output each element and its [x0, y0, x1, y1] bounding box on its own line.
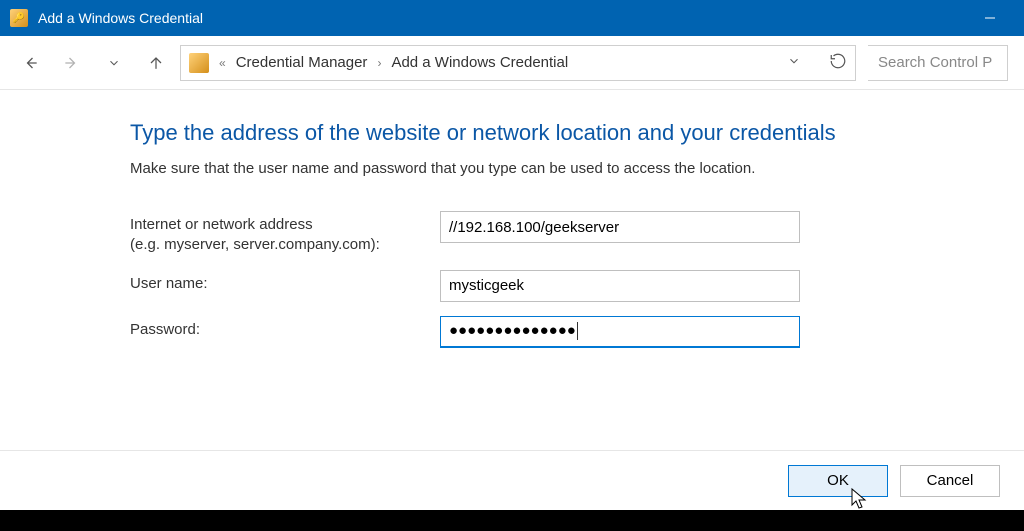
username-label: User name: [130, 270, 440, 294]
address-bar[interactable]: « Credential Manager › Add a Windows Cre… [180, 45, 856, 81]
dialog-footer: OK Cancel [0, 450, 1024, 510]
address-input[interactable] [440, 211, 800, 243]
window-title: Add a Windows Credential [38, 10, 203, 26]
search-placeholder: Search Control P [878, 54, 992, 71]
breadcrumb-item-add-credential[interactable]: Add a Windows Credential [391, 54, 568, 71]
chevron-right-icon: › [375, 56, 383, 70]
content-area: Type the address of the website or netwo… [0, 90, 1024, 348]
toolbar: « Credential Manager › Add a Windows Cre… [0, 36, 1024, 90]
breadcrumb-overflow-icon[interactable]: « [217, 56, 228, 70]
address-label: Internet or network address (e.g. myserv… [130, 211, 440, 256]
address-dropdown-icon[interactable] [787, 54, 801, 71]
address-label-line2: (e.g. myserver, server.company.com): [130, 236, 380, 253]
password-input[interactable]: ●●●●●●●●●●●●●● [440, 316, 800, 348]
row-address: Internet or network address (e.g. myserv… [130, 211, 984, 256]
search-input[interactable]: Search Control P [868, 45, 1008, 81]
refresh-button[interactable] [829, 52, 847, 73]
row-password: Password: ●●●●●●●●●●●●●● [130, 316, 984, 348]
nav-buttons [16, 49, 170, 77]
bottom-border [0, 510, 1024, 531]
recent-dropdown[interactable] [100, 49, 128, 77]
password-mask: ●●●●●●●●●●●●●● [449, 322, 578, 340]
app-icon: 🔑 [10, 9, 28, 27]
cancel-button[interactable]: Cancel [900, 465, 1000, 497]
ok-button[interactable]: OK [788, 465, 888, 497]
minimize-button[interactable] [968, 2, 1012, 34]
page-subtext: Make sure that the user name and passwor… [130, 160, 984, 177]
address-label-line1: Internet or network address [130, 216, 313, 233]
breadcrumb-item-credential-manager[interactable]: Credential Manager [236, 54, 368, 71]
row-username: User name: [130, 270, 984, 302]
forward-button[interactable] [58, 49, 86, 77]
up-button[interactable] [142, 49, 170, 77]
titlebar: 🔑 Add a Windows Credential [0, 0, 1024, 36]
location-icon [189, 53, 209, 73]
password-label: Password: [130, 316, 440, 340]
window-controls [968, 2, 1012, 34]
titlebar-left: 🔑 Add a Windows Credential [10, 9, 203, 27]
page-heading: Type the address of the website or netwo… [130, 120, 984, 146]
username-input[interactable] [440, 270, 800, 302]
back-button[interactable] [16, 49, 44, 77]
